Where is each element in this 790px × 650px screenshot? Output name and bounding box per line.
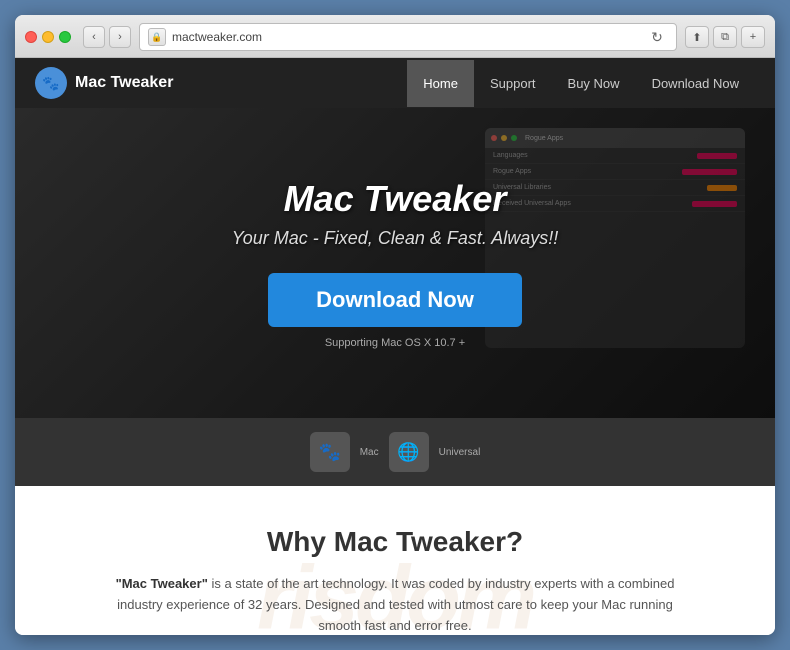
- dot-red: [491, 135, 497, 141]
- mac-badge-label: Mac: [360, 447, 379, 458]
- nav-home[interactable]: Home: [407, 60, 474, 107]
- fake-bar-3: [707, 185, 737, 191]
- hero-support-text: Supporting Mac OS X 10.7 +: [232, 337, 558, 349]
- nav-support[interactable]: Support: [474, 60, 552, 107]
- hero-download-button[interactable]: Download Now: [268, 273, 522, 327]
- site-logo: 🐾 Mac Tweaker: [35, 67, 407, 99]
- address-bar[interactable]: 🔒 mactweaker.com ↻: [139, 23, 677, 51]
- site-nav: 🐾 Mac Tweaker Home Support Buy Now Downl…: [15, 58, 775, 108]
- logo-icon: 🐾: [35, 67, 67, 99]
- forward-button[interactable]: ›: [109, 26, 131, 48]
- hero-subtitle: Your Mac - Fixed, Clean & Fast. Always!!: [232, 228, 558, 249]
- fake-bar-4: [692, 201, 737, 207]
- universal-badge-icon: 🌐: [389, 432, 429, 472]
- logo-text: Mac Tweaker: [75, 74, 173, 92]
- dot-green: [511, 135, 517, 141]
- fake-bar-2: [682, 169, 737, 175]
- universal-badge-label: Universal: [439, 447, 481, 458]
- minimize-button[interactable]: [42, 31, 54, 43]
- hero-content: Mac Tweaker Your Mac - Fixed, Clean & Fa…: [232, 178, 558, 349]
- why-section: risdom Why Mac Tweaker? "Mac Tweaker" is…: [15, 486, 775, 635]
- close-button[interactable]: [25, 31, 37, 43]
- tab-button[interactable]: ⧉: [713, 26, 737, 48]
- browser-titlebar: ‹ › 🔒 mactweaker.com ↻ ⬆ ⧉ +: [15, 15, 775, 58]
- plus-button[interactable]: +: [741, 26, 765, 48]
- hero-section: Rogue Apps Languages Rogue Apps Universa…: [15, 108, 775, 418]
- screenshot-bar: Rogue Apps: [485, 128, 745, 148]
- nav-download[interactable]: Download Now: [636, 60, 755, 107]
- toolbar-right: ⬆ ⧉ +: [685, 26, 765, 48]
- hero-title: Mac Tweaker: [232, 178, 558, 220]
- refresh-button[interactable]: ↻: [646, 26, 668, 48]
- browser-window: ‹ › 🔒 mactweaker.com ↻ ⬆ ⧉ + 🐾 Mac Tweak…: [15, 15, 775, 635]
- why-brand-name: "Mac Tweaker": [116, 576, 208, 591]
- back-button[interactable]: ‹: [83, 26, 105, 48]
- mac-badge-icon: 🐾: [310, 432, 350, 472]
- fake-label-1: Languages: [493, 152, 697, 159]
- badge-section: 🐾 Mac 🌐 Universal: [15, 418, 775, 486]
- share-button[interactable]: ⬆: [685, 26, 709, 48]
- nav-links: Home Support Buy Now Download Now: [407, 60, 755, 107]
- fake-bar-1: [697, 153, 737, 159]
- maximize-button[interactable]: [59, 31, 71, 43]
- browser-content: 🐾 Mac Tweaker Home Support Buy Now Downl…: [15, 58, 775, 635]
- page-icon: 🔒: [148, 28, 166, 46]
- dot-yellow: [501, 135, 507, 141]
- nav-buttons: ‹ ›: [83, 26, 131, 48]
- address-text: mactweaker.com: [172, 30, 646, 44]
- why-title: Why Mac Tweaker?: [75, 526, 715, 558]
- nav-buy[interactable]: Buy Now: [552, 60, 636, 107]
- traffic-lights: [25, 31, 71, 43]
- fake-label-2: Rogue Apps: [493, 168, 682, 175]
- screenshot-title: Rogue Apps: [525, 135, 563, 142]
- fake-row-1: Languages: [485, 148, 745, 164]
- why-description: "Mac Tweaker" is a state of the art tech…: [95, 574, 695, 635]
